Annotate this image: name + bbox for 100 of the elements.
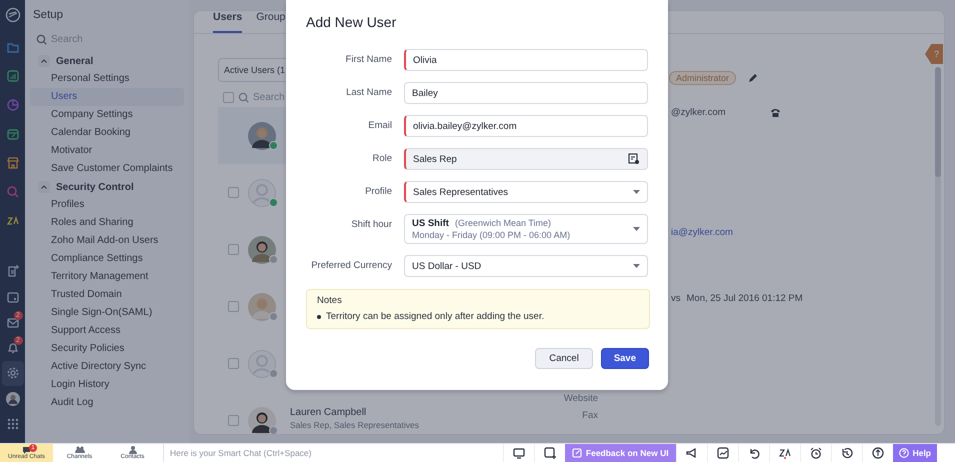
user-name[interactable]: Lauren Campbell <box>290 407 419 418</box>
modified-time: Mon, 25 Jul 2016 01:12 PM <box>686 292 803 304</box>
caret-icon[interactable] <box>633 264 640 268</box>
sidebar-item[interactable]: Security Policies <box>30 340 184 358</box>
notes-title: Notes <box>317 295 343 306</box>
undo-icon[interactable] <box>748 447 760 459</box>
note-add-icon[interactable] <box>6 264 20 278</box>
feedback-button[interactable]: Feedback on New UI <box>564 444 676 462</box>
dialog-title: Add New User <box>306 14 396 32</box>
input-field[interactable]: olivia.bailey@zylker.com <box>404 115 648 137</box>
chat-icon <box>22 445 32 454</box>
calendar-icon[interactable] <box>6 290 20 304</box>
megaphone-icon[interactable] <box>686 447 698 459</box>
chevron-up-icon[interactable] <box>38 181 50 193</box>
caret-icon[interactable] <box>633 190 640 194</box>
field-label: vs <box>671 292 680 304</box>
input-field[interactable]: Olivia <box>404 49 648 71</box>
user-role: Sales Rep, Sales Representatives <box>290 420 419 430</box>
email-text: @zylker.com <box>671 106 726 118</box>
role-badge: Administrator <box>669 71 736 85</box>
group-heading[interactable]: Security Control <box>56 182 134 192</box>
scrollbar[interactable] <box>935 67 941 177</box>
tab[interactable]: Group <box>256 11 286 33</box>
people-icon <box>74 445 84 454</box>
upload-icon[interactable] <box>872 447 884 459</box>
chevron-up-icon[interactable] <box>38 55 50 67</box>
avatar <box>248 122 276 150</box>
email-link[interactable]: ia@zylker.com <box>671 226 733 238</box>
input-field[interactable]: Bailey <box>404 82 648 104</box>
row-checkbox[interactable] <box>228 244 238 255</box>
pencil-icon[interactable] <box>748 73 758 83</box>
sidebar-item[interactable]: Save Customer Complaints <box>30 160 184 178</box>
chart-sparkle-icon[interactable] <box>716 447 729 459</box>
caret-icon[interactable] <box>633 227 640 231</box>
lookup-field[interactable]: Sales Rep <box>404 148 648 170</box>
sidebar-item[interactable]: Zoho Mail Add-on Users <box>30 232 184 250</box>
sidebar-item[interactable]: Personal Settings <box>30 70 184 88</box>
search-icon <box>238 92 249 102</box>
alarm-icon[interactable] <box>810 447 822 459</box>
avatar <box>248 350 276 378</box>
dropdown[interactable]: US Shift (Greenwich Mean Time) Monday - Friday (09:00 PM - 06:00 AM) <box>404 214 648 244</box>
search-field[interactable]: Search <box>51 34 161 44</box>
help-icon <box>898 448 909 458</box>
avatar <box>248 292 276 320</box>
field-label: First Name <box>344 53 392 67</box>
field-label: Profile <box>364 185 392 199</box>
dropdown[interactable]: Sales Representatives <box>404 181 648 203</box>
field-label: Role <box>371 152 392 166</box>
sidebar-item[interactable]: Users <box>30 88 184 106</box>
field-label: Fax <box>581 410 598 420</box>
sidebar-title: Setup <box>32 8 64 23</box>
sidebar-item[interactable]: Roles and Sharing <box>30 214 184 232</box>
cancel-button[interactable]: Cancel <box>535 348 593 369</box>
person-icon <box>128 445 138 454</box>
sidebar-item[interactable]: Single Sign-On(SAML) <box>30 304 184 322</box>
help-button[interactable]: Help <box>892 444 937 462</box>
sidebar-item[interactable]: Motivator <box>30 142 184 160</box>
field-label: Last Name <box>345 86 392 100</box>
sidebar-item[interactable]: Login History <box>30 376 184 394</box>
edit-icon <box>572 448 582 458</box>
logo-icon[interactable] <box>4 7 20 23</box>
note-text: Territory can be assigned only after adding the user. <box>326 311 544 322</box>
phone-icon[interactable] <box>770 106 781 118</box>
tab[interactable]: Users <box>213 11 242 33</box>
sidebar-item[interactable]: Compliance Settings <box>30 250 184 268</box>
monitor-icon[interactable] <box>512 447 525 459</box>
field-label: Preferred Currency <box>310 259 392 273</box>
chart-icon[interactable] <box>6 68 20 82</box>
avatar[interactable] <box>6 392 20 406</box>
pie-chart-icon[interactable] <box>6 98 20 112</box>
avatar <box>248 236 276 264</box>
sidebar-item[interactable]: Calendar Booking <box>30 124 184 142</box>
group-heading[interactable]: General <box>56 56 94 66</box>
sidebar-item[interactable]: Company Settings <box>30 106 184 124</box>
bell-icon[interactable] <box>6 340 20 355</box>
store-icon[interactable] <box>6 156 20 170</box>
bullet-icon <box>317 314 321 318</box>
row-checkbox[interactable] <box>228 358 238 369</box>
sidebar-item[interactable]: Active Directory Sync <box>30 358 184 376</box>
history-icon[interactable] <box>840 447 853 459</box>
select-all-checkbox[interactable] <box>223 92 234 102</box>
calendar-edit-icon[interactable] <box>6 126 20 140</box>
row-checkbox[interactable] <box>228 415 238 426</box>
save-button[interactable]: Save <box>600 348 649 369</box>
sidebar-item[interactable]: Audit Log <box>30 394 184 412</box>
settings-icon[interactable] <box>6 366 20 380</box>
avatar <box>248 178 276 206</box>
row-checkbox[interactable] <box>228 187 238 198</box>
sidebar-item[interactable]: Territory Management <box>30 268 184 286</box>
sidebar-item[interactable]: Trusted Domain <box>30 286 184 304</box>
sidebar-item[interactable]: Profiles <box>30 196 184 214</box>
image-add-icon[interactable] <box>544 447 556 459</box>
dropdown[interactable]: US Dollar - USD <box>404 255 648 277</box>
sidebar-item[interactable]: Support Access <box>30 322 184 340</box>
apps-icon[interactable] <box>6 417 20 432</box>
search-icon <box>36 34 47 44</box>
field-label: Shift hour <box>350 218 392 232</box>
field-label: Email <box>367 119 392 133</box>
row-checkbox[interactable] <box>228 301 238 312</box>
lookup-icon[interactable] <box>628 153 640 165</box>
